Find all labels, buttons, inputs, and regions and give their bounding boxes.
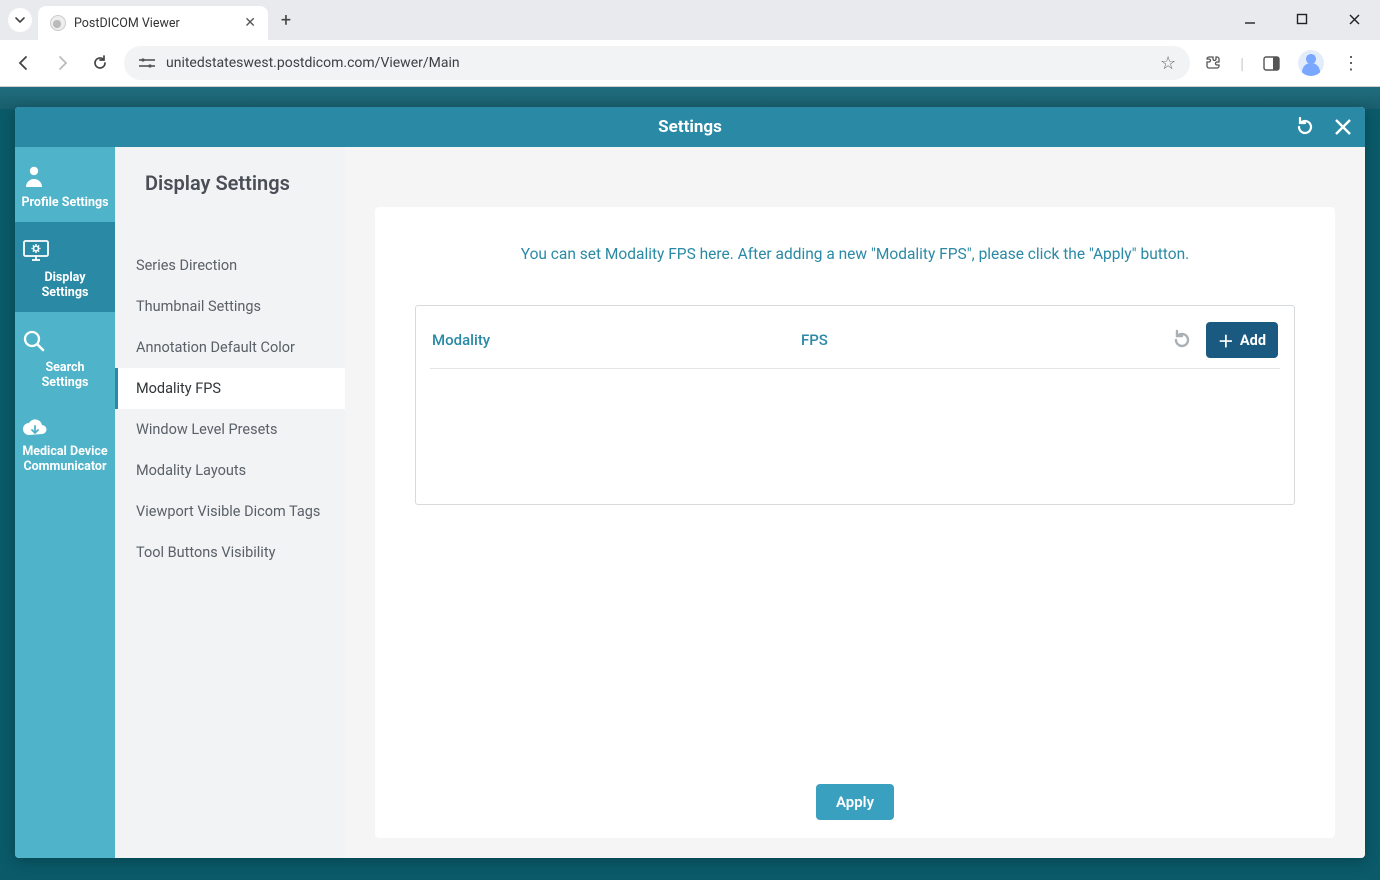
tab-title: PostDICOM Viewer xyxy=(74,16,236,31)
plus-icon: ＋ xyxy=(1218,328,1234,352)
site-settings-icon[interactable] xyxy=(138,56,156,70)
content-panel: You can set Modality FPS here. After add… xyxy=(375,207,1335,838)
page-title: Display Settings xyxy=(115,171,345,195)
settings-subnav: Display Settings Series Direction Thumbn… xyxy=(115,147,345,858)
extensions-icon[interactable] xyxy=(1200,50,1226,76)
modal-header: Settings xyxy=(15,107,1365,147)
person-icon xyxy=(21,163,109,189)
bookmark-star-icon[interactable]: ☆ xyxy=(1160,53,1176,74)
nav-reload-button[interactable] xyxy=(86,49,114,77)
window-maximize-button[interactable] xyxy=(1280,4,1324,34)
tab-close-icon[interactable]: ✕ xyxy=(244,15,256,31)
sidebar-label: Search Settings xyxy=(42,360,89,390)
subnav-viewport-visible-dicom-tags[interactable]: Viewport Visible Dicom Tags xyxy=(115,491,345,532)
modal-title: Settings xyxy=(658,117,722,137)
sidebar-item-search-settings[interactable]: Search Settings xyxy=(15,312,115,402)
magnifier-icon xyxy=(21,328,109,354)
settings-category-sidebar: Profile Settings Display Settings Search… xyxy=(15,147,115,858)
sidebar-item-medical-device-communicator[interactable]: Medical Device Communicator xyxy=(15,402,115,486)
monitor-gear-icon xyxy=(21,238,109,264)
browser-tab[interactable]: PostDICOM Viewer ✕ xyxy=(38,6,268,40)
nav-back-button[interactable] xyxy=(10,49,38,77)
profile-avatar[interactable] xyxy=(1298,50,1324,76)
subnav-tool-buttons-visibility[interactable]: Tool Buttons Visibility xyxy=(115,532,345,573)
sidebar-item-profile-settings[interactable]: Profile Settings xyxy=(15,147,115,222)
window-close-button[interactable] xyxy=(1332,4,1376,34)
sidebar-label: Profile Settings xyxy=(21,195,108,210)
info-text: You can set Modality FPS here. After add… xyxy=(415,245,1295,263)
table-refresh-icon[interactable] xyxy=(1170,328,1194,352)
url-text: unitedstateswest.postdicom.com/Viewer/Ma… xyxy=(166,55,1150,71)
sidebar-label: Display Settings xyxy=(42,270,89,300)
modality-fps-table: Modality FPS ＋ Add xyxy=(415,305,1295,505)
cloud-icon xyxy=(21,418,109,438)
chrome-menu-icon[interactable]: ⋮ xyxy=(1338,50,1364,76)
favicon-icon xyxy=(50,15,66,31)
subnav-annotation-default-color[interactable]: Annotation Default Color xyxy=(115,327,345,368)
apply-button[interactable]: Apply xyxy=(816,784,894,820)
column-fps: FPS xyxy=(801,331,1170,349)
sidebar-label: Medical Device Communicator xyxy=(22,444,107,474)
modal-refresh-icon[interactable] xyxy=(1291,113,1319,141)
window-minimize-button[interactable] xyxy=(1228,4,1272,34)
column-modality: Modality xyxy=(432,331,801,349)
new-tab-button[interactable]: + xyxy=(272,10,300,31)
add-button-label: Add xyxy=(1240,332,1266,349)
sidebar-item-display-settings[interactable]: Display Settings xyxy=(15,222,115,312)
subnav-window-level-presets[interactable]: Window Level Presets xyxy=(115,409,345,450)
subnav-modality-layouts[interactable]: Modality Layouts xyxy=(115,450,345,491)
add-button[interactable]: ＋ Add xyxy=(1206,322,1278,358)
subnav-series-direction[interactable]: Series Direction xyxy=(115,245,345,286)
settings-modal: Settings Profile Settings Display Settin… xyxy=(15,107,1365,858)
tabs-dropdown[interactable] xyxy=(8,8,32,32)
subnav-modality-fps[interactable]: Modality FPS xyxy=(115,368,345,409)
modal-close-icon[interactable] xyxy=(1329,113,1357,141)
nav-forward-button[interactable] xyxy=(48,49,76,77)
subnav-thumbnail-settings[interactable]: Thumbnail Settings xyxy=(115,286,345,327)
address-bar[interactable]: unitedstateswest.postdicom.com/Viewer/Ma… xyxy=(124,46,1190,80)
sidepanel-icon[interactable] xyxy=(1258,50,1284,76)
